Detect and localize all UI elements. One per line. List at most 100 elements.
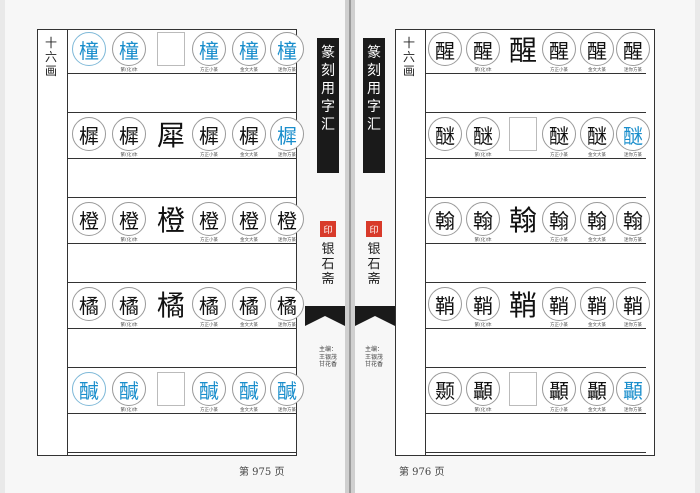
seal-stamp-icon: 印 <box>366 221 382 237</box>
modern-character-cell: 醒 <box>428 32 462 66</box>
jinwen-seal-character: 橦 <box>232 32 266 66</box>
ancient-script-box <box>509 117 537 151</box>
jinwen-seal-character: 醚 <box>580 117 614 151</box>
modern-character-cell: 颞 <box>428 372 462 406</box>
modern-character-cell: 橙 <box>72 202 106 236</box>
miyin-seal-character: 鞘 <box>616 287 650 321</box>
character-entry: 樨樨繁(化)体犀樨方正小篆樨金文大篆樨迷你方篆 <box>68 114 304 198</box>
ancient-script-box-cell: 橘 <box>154 287 188 322</box>
row-divider <box>68 413 296 414</box>
ancient-script-box-cell <box>506 117 540 151</box>
row-divider <box>68 367 296 368</box>
row-divider <box>426 73 646 74</box>
fangzheng-seal-character: 醚 <box>542 117 576 151</box>
book-title: 篆刻用字汇 <box>321 45 335 133</box>
seal-stamp-icon: 印 <box>320 221 336 237</box>
traditional-character-cell: 樨繁(化)体 <box>112 117 146 158</box>
book-title-banner: 篆刻用字汇 <box>317 38 339 173</box>
traditional-character: 醚 <box>466 117 500 151</box>
jinwen-seal-character-cell: 醎金文大篆 <box>232 372 266 413</box>
character-entry: 橦橦繁(化)体橦方正小篆橦金文大篆橦迷你方篆 <box>68 29 304 113</box>
stroke-count-label: 十六画 <box>402 36 415 78</box>
fangzheng-seal-character-cell: 醒方正小篆 <box>542 32 576 73</box>
miyin-seal-character: 醎 <box>270 372 304 406</box>
jinwen-seal-character-cell: 顳金文大篆 <box>580 372 614 413</box>
modern-character: 颞 <box>428 372 462 406</box>
ancient-script-box: 橙 <box>157 202 186 237</box>
miyin-seal-character: 樨 <box>270 117 304 151</box>
row-divider <box>68 112 296 113</box>
book-spine <box>345 0 355 493</box>
modern-character: 翰 <box>428 202 462 236</box>
row-divider <box>68 197 296 198</box>
jinwen-seal-character-cell: 翰金文大篆 <box>580 202 614 243</box>
miyin-seal-character-cell: 鞘迷你方篆 <box>616 287 650 328</box>
row-divider <box>426 112 646 113</box>
decorative-band <box>355 306 395 326</box>
miyin-seal-character: 橘 <box>270 287 304 321</box>
fangzheng-seal-character-cell: 樨方正小篆 <box>192 117 226 158</box>
ancient-script-box-cell <box>506 372 540 406</box>
modern-character: 醎 <box>72 372 106 406</box>
jinwen-seal-character: 樨 <box>232 117 266 151</box>
row-divider <box>68 158 296 159</box>
editor-credit: 主编：王银茂 甘花香 <box>364 346 383 368</box>
jinwen-seal-character-cell: 橦金文大篆 <box>232 32 266 73</box>
ancient-script-box: 犀 <box>157 117 186 152</box>
row-divider <box>426 413 646 414</box>
traditional-character: 橙 <box>112 202 146 236</box>
miyin-seal-character: 醒 <box>616 32 650 66</box>
ancient-script-box: 橘 <box>157 287 186 322</box>
fangzheng-seal-character-cell: 醚方正小篆 <box>542 117 576 158</box>
modern-character: 醚 <box>428 117 462 151</box>
fangzheng-seal-character: 顳 <box>542 372 576 406</box>
traditional-character-cell: 翰繁(化)体 <box>466 202 500 243</box>
jinwen-seal-character-cell: 醒金文大篆 <box>580 32 614 73</box>
miyin-seal-character: 橙 <box>270 202 304 236</box>
row-divider <box>426 452 646 453</box>
traditional-character-cell: 醎繁(化)体 <box>112 372 146 413</box>
jinwen-seal-character-cell: 橙金文大篆 <box>232 202 266 243</box>
traditional-character-cell: 醚繁(化)体 <box>466 117 500 158</box>
jinwen-seal-character: 鞘 <box>580 287 614 321</box>
ancient-script-box-cell: 翰 <box>506 202 540 237</box>
character-entry: 橘橘繁(化)体橘橘方正小篆橘金文大篆橘迷你方篆 <box>68 284 304 368</box>
row-divider <box>426 197 646 198</box>
jinwen-seal-character: 醒 <box>580 32 614 66</box>
traditional-character: 醎 <box>112 372 146 406</box>
fangzheng-seal-character: 樨 <box>192 117 226 151</box>
modern-character: 橦 <box>72 32 106 66</box>
traditional-character: 鞘 <box>466 287 500 321</box>
ancient-script-box-cell: 犀 <box>154 117 188 152</box>
page-number: 第 976 页 <box>399 467 445 478</box>
right-page: 十六画 醒醒繁(化)体醒醒方正小篆醒金文大篆醒迷你方篆醚醚繁(化)体醚方正小篆醚… <box>355 0 695 493</box>
row-divider <box>426 367 646 368</box>
fangzheng-seal-character: 橘 <box>192 287 226 321</box>
traditional-character: 翰 <box>466 202 500 236</box>
jinwen-seal-character: 顳 <box>580 372 614 406</box>
traditional-character-cell: 橙繁(化)体 <box>112 202 146 243</box>
fangzheng-seal-character: 橦 <box>192 32 226 66</box>
fangzheng-seal-character-cell: 橘方正小篆 <box>192 287 226 328</box>
miyin-seal-character-cell: 醎迷你方篆 <box>270 372 304 413</box>
jinwen-seal-character: 醎 <box>232 372 266 406</box>
fangzheng-seal-character-cell: 醎方正小篆 <box>192 372 226 413</box>
ancient-script-box <box>157 32 185 66</box>
modern-character-cell: 翰 <box>428 202 462 236</box>
miyin-seal-character: 顳 <box>616 372 650 406</box>
book-title-banner: 篆刻用字汇 <box>363 38 385 173</box>
traditional-character: 橘 <box>112 287 146 321</box>
character-entry: 醚醚繁(化)体醚方正小篆醚金文大篆醚迷你方篆 <box>426 114 650 198</box>
modern-character: 樨 <box>72 117 106 151</box>
ancient-script-box-cell: 醒 <box>506 32 540 67</box>
character-entry: 醎醎繁(化)体醎方正小篆醎金文大篆醎迷你方篆 <box>68 369 304 453</box>
modern-character-cell: 鞘 <box>428 287 462 321</box>
author-name: 银石斋 <box>367 242 381 287</box>
row-divider <box>426 158 646 159</box>
decorative-band <box>305 306 345 326</box>
traditional-character-cell: 橦繁(化)体 <box>112 32 146 73</box>
traditional-character-cell: 鞘繁(化)体 <box>466 287 500 328</box>
row-divider <box>68 73 296 74</box>
traditional-character-cell: 橘繁(化)体 <box>112 287 146 328</box>
fangzheng-seal-character: 醎 <box>192 372 226 406</box>
